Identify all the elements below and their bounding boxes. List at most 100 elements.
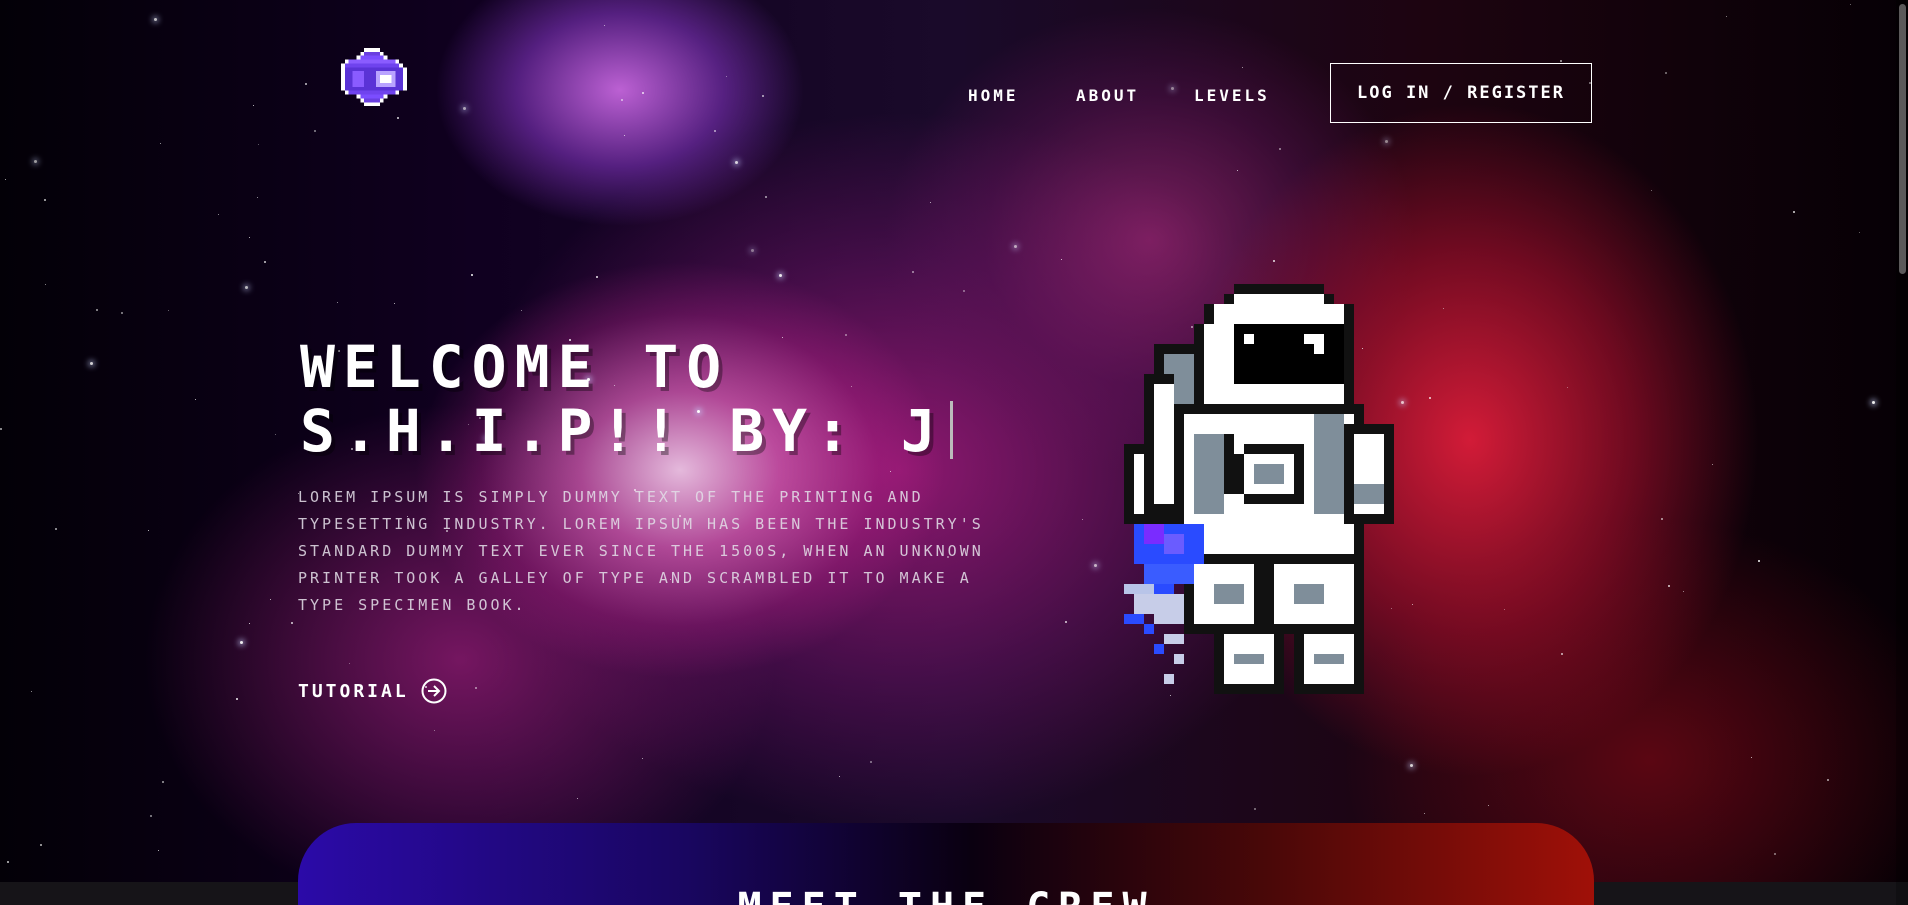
star [1827, 779, 1829, 781]
nav-link-about[interactable]: ABOUT [1076, 86, 1139, 105]
tutorial-link[interactable]: TUTORIAL [298, 678, 447, 704]
star [240, 641, 243, 644]
star [1560, 60, 1562, 62]
star [1094, 564, 1097, 567]
star [160, 143, 161, 144]
star [471, 274, 473, 276]
star [1014, 245, 1017, 248]
star [1171, 87, 1174, 90]
star [397, 117, 399, 119]
star [1242, 67, 1243, 68]
star [264, 261, 266, 263]
login-register-button[interactable]: LOG IN / REGISTER [1330, 63, 1592, 123]
star [218, 214, 219, 215]
star [1065, 621, 1067, 623]
star [5, 179, 6, 180]
star [1279, 148, 1281, 150]
star [624, 135, 625, 136]
crew-section-header: MEET THE CREW [298, 823, 1594, 905]
star [314, 130, 316, 132]
star [1774, 853, 1776, 855]
star [275, 434, 276, 435]
star [463, 107, 466, 110]
star [596, 276, 598, 278]
hero-title-line1: WELCOME TO [300, 333, 730, 401]
star [762, 95, 764, 97]
star [96, 309, 98, 311]
nav-link-levels[interactable]: LEVELS [1194, 86, 1270, 105]
star [258, 144, 259, 145]
star [257, 197, 258, 198]
star [1424, 813, 1425, 814]
star [168, 310, 169, 311]
star [148, 530, 149, 531]
star [1651, 190, 1652, 191]
star [253, 105, 254, 106]
star [912, 271, 914, 273]
star [158, 850, 159, 851]
circle-arrow-right-icon [421, 678, 447, 704]
star [0, 428, 2, 430]
star [1751, 757, 1752, 758]
star [735, 161, 738, 164]
star [870, 761, 872, 763]
star [621, 99, 623, 101]
typing-cursor [949, 401, 953, 459]
hero-description: LOREM IPSUM IS SIMPLY DUMMY TEXT OF THE … [298, 488, 984, 614]
star [890, 471, 891, 472]
star [45, 284, 46, 285]
nav-link-home[interactable]: HOME [968, 86, 1019, 105]
star [642, 92, 644, 94]
star [195, 399, 196, 400]
pixel-astronaut-icon [1124, 284, 1394, 694]
star [963, 290, 965, 292]
star [1793, 211, 1795, 213]
star [1082, 519, 1083, 520]
hero-title: WELCOME TO S.H.I.P!! BY: J [300, 335, 953, 463]
scrollbar[interactable] [1896, 0, 1908, 905]
crew-title: MEET THE CREW [298, 885, 1594, 905]
star [270, 599, 271, 600]
star [1726, 16, 1727, 17]
tutorial-label: TUTORIAL [298, 680, 409, 702]
star [337, 302, 338, 303]
star [1668, 585, 1670, 587]
star [1273, 260, 1275, 262]
star [31, 691, 32, 692]
star [577, 798, 578, 799]
star [305, 83, 307, 85]
star [1683, 591, 1684, 592]
star [349, 663, 350, 664]
star [475, 687, 477, 689]
star [121, 312, 123, 314]
star [434, 730, 435, 731]
star [726, 76, 727, 77]
star [1661, 518, 1663, 520]
star [154, 18, 157, 21]
star [604, 25, 605, 26]
star [245, 286, 248, 289]
star [1758, 560, 1760, 562]
star [1237, 170, 1238, 171]
star [394, 303, 395, 304]
star [1504, 609, 1505, 610]
hero-title-line2: S.H.I.P!! BY: J [300, 397, 944, 465]
star [44, 199, 46, 201]
nebula-background [0, 0, 1908, 905]
star [249, 623, 250, 624]
star [249, 237, 250, 238]
star [765, 196, 767, 198]
star [1712, 464, 1713, 465]
star [521, 310, 522, 311]
star [930, 202, 931, 203]
star [779, 274, 782, 277]
star [1488, 805, 1489, 806]
pixel-spaceship-icon[interactable] [336, 44, 408, 114]
star [162, 781, 164, 783]
star [90, 362, 93, 365]
star [751, 249, 754, 252]
star [1859, 232, 1860, 233]
star [1061, 259, 1062, 260]
star [34, 160, 37, 163]
scrollbar-thumb[interactable] [1899, 4, 1906, 274]
